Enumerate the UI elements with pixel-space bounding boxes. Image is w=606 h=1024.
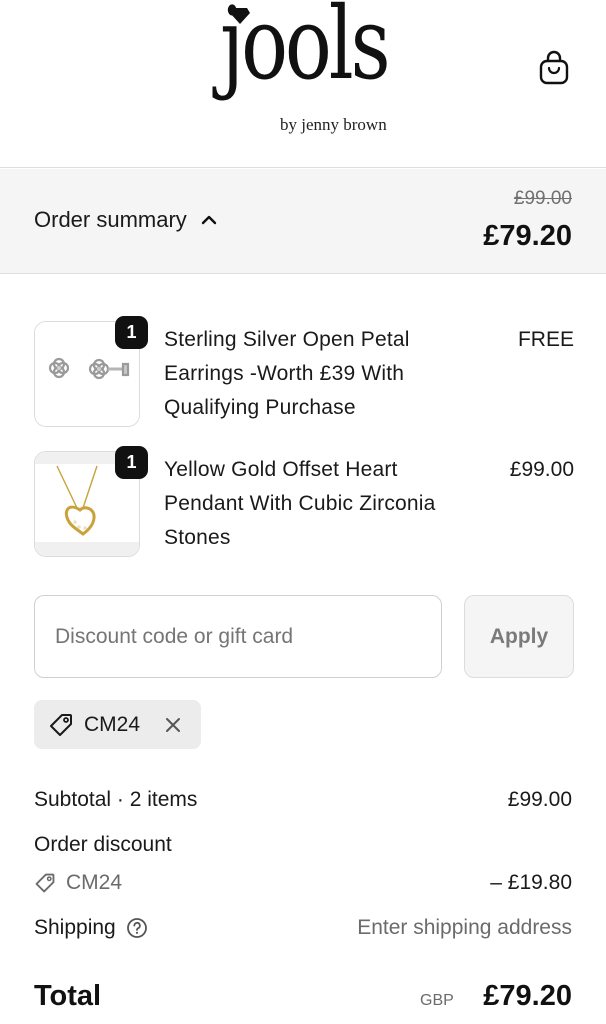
product-thumbnail: 1 xyxy=(34,316,148,427)
tag-icon xyxy=(35,873,55,893)
subtotal-value: £99.00 xyxy=(507,788,572,811)
cart-button[interactable] xyxy=(534,48,574,88)
apply-discount-button[interactable]: Apply xyxy=(464,595,574,678)
shopping-bag-icon xyxy=(539,50,569,85)
total-value: £79.20 xyxy=(483,980,572,1012)
shipping-row-label: Shipping xyxy=(34,916,148,940)
shipping-label: Shipping xyxy=(34,916,116,939)
product-title: Yellow Gold Offset Heart Pendant With Cu… xyxy=(164,458,436,549)
tag-icon xyxy=(50,713,72,736)
help-circle-icon[interactable] xyxy=(126,917,148,939)
original-price: £99.00 xyxy=(513,188,572,209)
site-header: jools by jenny brown xyxy=(0,0,606,168)
chevron-up-icon xyxy=(201,215,216,225)
quantity-badge: 1 xyxy=(115,446,148,479)
line-item: 1 Sterling Silver Open Petal Earrings -W… xyxy=(34,316,574,431)
line-item: 1 Yellow Gold Offset Heart Pendant With … xyxy=(34,446,574,561)
discount-code-input[interactable] xyxy=(34,595,442,678)
close-icon xyxy=(166,717,181,732)
order-summary-label: Order summary xyxy=(34,207,187,232)
brand-logo[interactable]: jools by jenny brown xyxy=(218,0,391,140)
quantity-badge: 1 xyxy=(115,316,148,349)
remove-discount-button[interactable] xyxy=(164,716,182,734)
order-summary-toggle[interactable]: Order summary xyxy=(34,207,217,233)
discount-value: – £19.80 xyxy=(490,871,572,894)
product-thumbnail: 1 xyxy=(34,446,148,557)
order-discount-label: Order discount xyxy=(34,833,172,856)
brand-tagline: by jenny brown xyxy=(280,115,387,134)
shipping-value: Enter shipping address xyxy=(357,916,572,939)
total-currency: GBP xyxy=(420,992,454,1009)
brand-name: jools xyxy=(220,0,391,102)
product-price: £99.00 xyxy=(509,458,574,481)
summary-total-price: £79.20 xyxy=(483,220,572,252)
applied-discount-code: CM24 xyxy=(84,712,141,736)
product-price: FREE xyxy=(517,328,574,351)
subtotal-label: Subtotal · 2 items xyxy=(34,788,198,811)
discount-code-text: CM24 xyxy=(66,871,123,894)
total-label: Total xyxy=(34,980,102,1012)
discount-code-line: CM24 xyxy=(34,871,122,895)
product-title: Sterling Silver Open Petal Earrings -Wor… xyxy=(164,328,410,419)
applied-discount-chip: CM24 xyxy=(34,700,201,749)
